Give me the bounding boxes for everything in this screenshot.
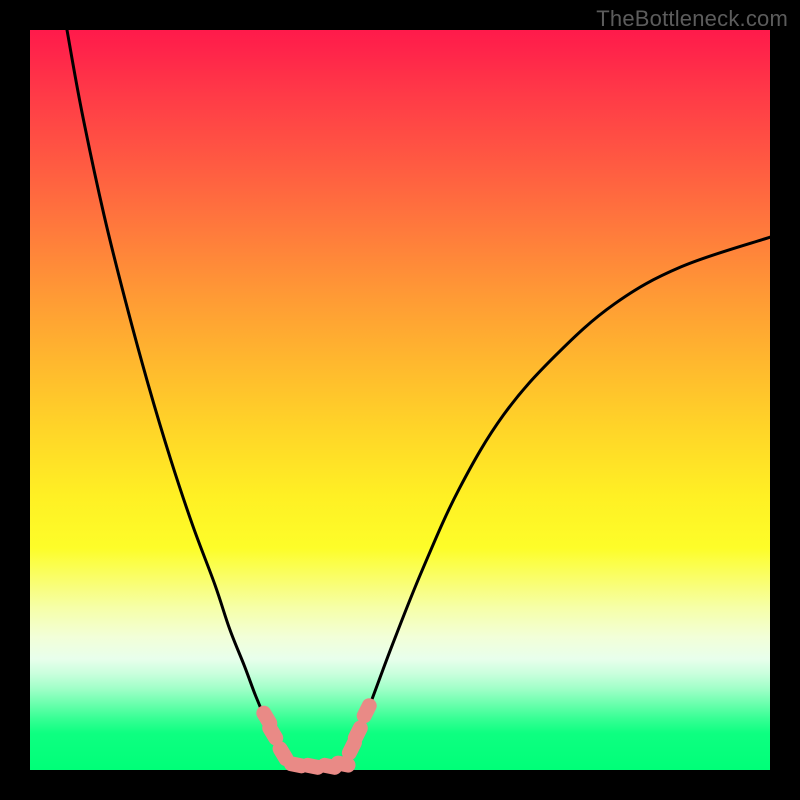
data-marker xyxy=(355,728,360,738)
data-marker xyxy=(308,765,318,767)
data-marker xyxy=(338,763,348,765)
data-marker xyxy=(291,764,301,766)
data-marker xyxy=(280,749,286,759)
right-curve xyxy=(341,237,770,766)
curve-group xyxy=(67,30,770,767)
outer-frame: TheBottleneck.com xyxy=(0,0,800,800)
left-curve xyxy=(67,30,300,766)
data-marker xyxy=(364,706,369,716)
chart-svg xyxy=(0,0,800,800)
data-marker xyxy=(270,728,276,738)
marker-group xyxy=(264,706,369,768)
